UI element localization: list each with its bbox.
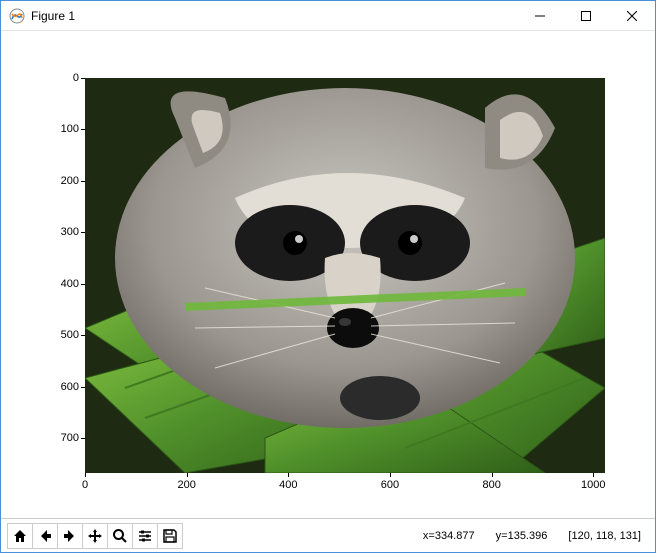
save-button[interactable] [157, 523, 183, 549]
y-tick-mark [81, 387, 85, 388]
y-tick-mark [81, 78, 85, 79]
x-tick-label: 0 [65, 479, 105, 491]
x-tick-mark [187, 473, 188, 477]
x-tick-mark [288, 473, 289, 477]
cursor-status: x=334.877 y=135.396 [120, 118, 131] [405, 530, 649, 542]
figure-window: Figure 1 [0, 0, 656, 553]
y-tick-label: 400 [9, 278, 79, 290]
y-tick-mark [81, 232, 85, 233]
figure-canvas[interactable]: 0 100 200 300 400 500 600 700 0 200 400 600 800 1000 [1, 31, 655, 518]
y-tick-mark [81, 129, 85, 130]
axes-image [85, 78, 605, 473]
status-x: x=334.877 [423, 530, 475, 542]
y-tick-mark [81, 335, 85, 336]
y-tick-mark [81, 181, 85, 182]
y-tick-label: 600 [9, 381, 79, 393]
x-tick-label: 800 [472, 479, 512, 491]
window-title: Figure 1 [31, 9, 75, 23]
zoom-button[interactable] [107, 523, 133, 549]
back-button[interactable] [32, 523, 58, 549]
x-tick-mark [593, 473, 594, 477]
x-tick-mark [390, 473, 391, 477]
pan-button[interactable] [82, 523, 108, 549]
y-tick-label: 700 [9, 432, 79, 444]
y-tick-label: 0 [9, 72, 79, 84]
status-pixel: [120, 118, 131] [568, 530, 641, 542]
titlebar[interactable]: Figure 1 [1, 1, 655, 31]
x-tick-mark [85, 473, 86, 477]
displayed-image [85, 78, 605, 473]
y-tick-mark [81, 438, 85, 439]
forward-button[interactable] [57, 523, 83, 549]
status-y: y=135.396 [496, 530, 548, 542]
y-tick-label: 500 [9, 329, 79, 341]
x-tick-mark [492, 473, 493, 477]
home-button[interactable] [7, 523, 33, 549]
y-tick-mark [81, 284, 85, 285]
y-tick-label: 300 [9, 226, 79, 238]
minimize-button[interactable] [517, 1, 563, 31]
configure-button[interactable] [132, 523, 158, 549]
y-tick-label: 100 [9, 123, 79, 135]
close-button[interactable] [609, 1, 655, 31]
x-tick-label: 600 [370, 479, 410, 491]
x-tick-label: 1000 [573, 479, 613, 491]
nav-toolbar: x=334.877 y=135.396 [120, 118, 131] [1, 518, 655, 552]
maximize-button[interactable] [563, 1, 609, 31]
x-tick-label: 200 [167, 479, 207, 491]
y-tick-label: 200 [9, 175, 79, 187]
x-tick-label: 400 [268, 479, 308, 491]
app-icon [9, 8, 25, 24]
